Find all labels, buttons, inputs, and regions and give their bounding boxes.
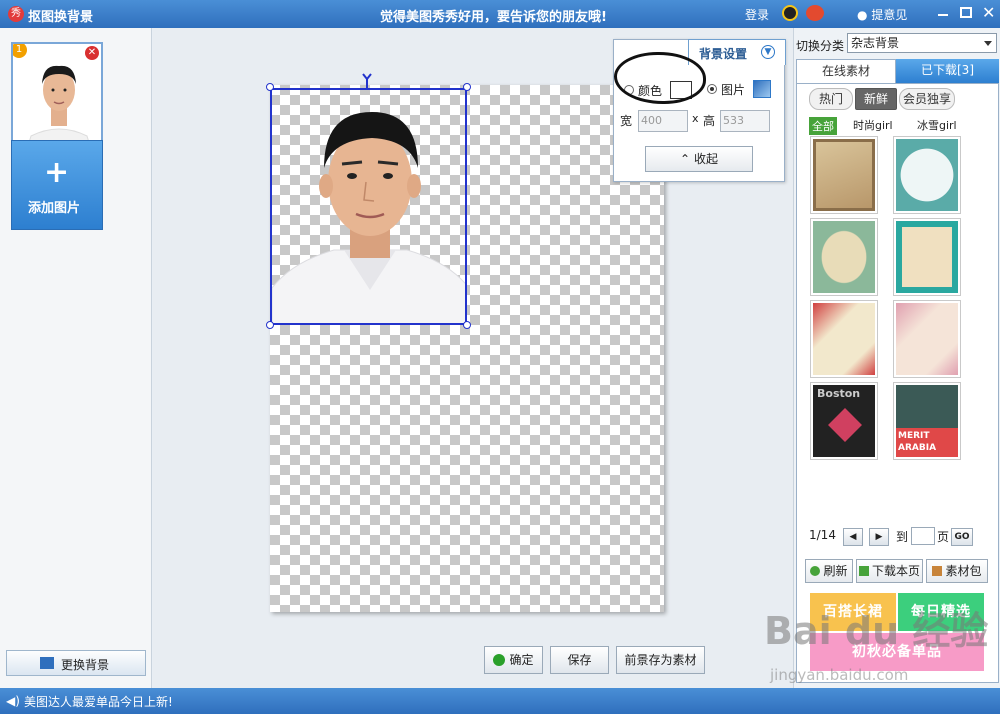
refresh-icon [810,566,821,576]
close-button[interactable]: ✕ [982,3,995,22]
background-settings-tab[interactable]: 背景设置 ▼ [688,39,786,65]
status-bar: ◀) 美图达人最爱单品今日上新! [0,688,1000,714]
material-panel: 切换分类 杂志背景 在线素材 已下载[3] 热门 新鲜 会员独享 全部 时尚gi… [793,28,1000,688]
filter-new[interactable]: 新鲜 [855,88,897,110]
image-radio-label: 图片 [721,83,746,97]
thumb-arabia-text: ARABIA [898,443,937,453]
weibo-icon[interactable] [806,5,824,21]
slogan-text: 觉得美图秀秀好用，要告诉您的朋友哦! [380,10,607,25]
check-icon [493,654,506,666]
material-thumbnail[interactable] [893,218,961,296]
material-thumbnail[interactable]: Boston [810,382,878,460]
goto-label: 到 [896,530,909,544]
change-background-button[interactable]: 更换背景 [6,650,146,676]
category-value: 杂志背景 [851,36,900,50]
material-thumbnail[interactable] [893,300,961,378]
resize-handle-top-left[interactable] [266,83,274,91]
page-indicator: 1/14 [809,528,836,542]
title-bar: 秀 抠图换背景 觉得美图秀秀好用，要告诉您的朋友哦! 登录 ● 提意见 ✕ [0,0,1000,28]
height-label: 高 [703,114,716,128]
collapse-label: 收起 [693,152,718,166]
portrait-image [272,112,465,323]
feedback-link[interactable]: ● 提意见 [857,6,907,23]
confirm-label: 确定 [509,653,534,667]
width-label: 宽 [620,114,633,128]
feedback-label: 提意见 [871,8,908,22]
maximize-button[interactable] [960,7,972,18]
go-button[interactable]: GO [951,528,973,546]
baidu-watermark: Bai du 经验 [764,609,989,653]
add-image-label: 添加图片 [28,201,81,216]
refresh-label: 刷新 [823,564,848,578]
background-icon [40,657,54,669]
thumb-boston-text: Boston [817,387,861,400]
material-content: 热门 新鲜 会员独享 全部 时尚girl 冰雪girl Boston MERIT… [796,83,999,683]
status-message[interactable]: 美图达人最爱单品今日上新! [24,693,173,710]
plus-icon: + [44,155,70,190]
refresh-button[interactable]: 刷新 [805,559,853,583]
chevron-up-icon: ⌃ [680,152,691,166]
dropdown-arrow-icon [984,41,992,46]
tab-downloaded[interactable]: 已下载[3] [896,59,999,83]
filter-vip[interactable]: 会员独享 [899,88,955,110]
subfilter-ice-girl[interactable]: 冰雪girl [917,117,957,133]
window-title: 抠图换背景 [28,10,94,25]
image-radio[interactable] [707,84,717,94]
qq-icon[interactable] [782,5,798,21]
filter-hot[interactable]: 热门 [809,88,853,110]
download-page-label: 下载本页 [871,564,920,578]
category-label: 切换分类 [796,39,845,53]
collapse-button[interactable]: ⌃ 收起 [645,146,753,172]
material-thumbnail[interactable] [893,136,961,214]
prev-page-button[interactable]: ◀ [843,528,863,546]
material-thumbnail[interactable] [810,300,878,378]
save-foreground-as-material-button[interactable]: 前景存为素材 [616,646,705,674]
material-thumbnail[interactable]: MERIT ARABIA [893,382,961,460]
hand-drawn-circle-annotation [614,52,706,104]
background-settings-label: 背景设置 [699,47,748,61]
baidu-watermark-url: jingyan.baidu.com [770,666,909,684]
width-input[interactable]: 400 [638,110,688,132]
subfilter-all[interactable]: 全部 [809,117,837,135]
chevron-down-icon[interactable]: ▼ [761,45,775,59]
confirm-button[interactable]: 确定 [484,646,543,674]
page-number-input[interactable] [911,527,935,545]
download-icon [858,566,869,576]
app-logo-icon: 秀 [8,6,24,22]
next-page-button[interactable]: ▶ [869,528,889,546]
foreground-portrait[interactable] [270,88,467,325]
remove-image-icon[interactable]: ✕ [85,46,99,60]
resize-handle-top-right[interactable] [463,83,471,91]
save-button[interactable]: 保存 [550,646,609,674]
times-label: x [692,112,699,125]
material-pack-button[interactable]: 素材包 [926,559,988,583]
thumbnail-index-badge: 1 [13,44,27,58]
rotate-handle-icon[interactable] [361,72,373,88]
resize-handle-bottom-left[interactable] [266,321,274,329]
material-thumbnail[interactable] [810,218,878,296]
heart-icon [828,408,862,442]
tab-online-material[interactable]: 在线素材 [796,59,896,83]
material-thumbnail[interactable] [810,136,878,214]
change-background-label: 更换背景 [61,658,110,672]
download-page-button[interactable]: 下载本页 [856,559,923,583]
add-image-button[interactable]: + 添加图片 [11,140,103,230]
chat-bubble-icon: ● [857,8,868,22]
image-list-panel: 1 ✕ + 添加图片 更换背景 [0,28,152,688]
subfilter-fashion-girl[interactable]: 时尚girl [853,117,893,133]
speaker-icon: ◀) [6,694,20,708]
material-pack-label: 素材包 [945,564,982,578]
category-select[interactable]: 杂志背景 [847,33,997,53]
minimize-button[interactable] [938,14,948,16]
login-link[interactable]: 登录 [745,6,769,23]
resize-handle-bottom-right[interactable] [463,321,471,329]
package-icon [932,566,943,576]
height-input[interactable]: 533 [720,110,770,132]
page-unit-label: 页 [937,530,950,544]
thumb-merit-text: MERIT [898,431,930,441]
pick-image-icon[interactable] [753,80,771,98]
